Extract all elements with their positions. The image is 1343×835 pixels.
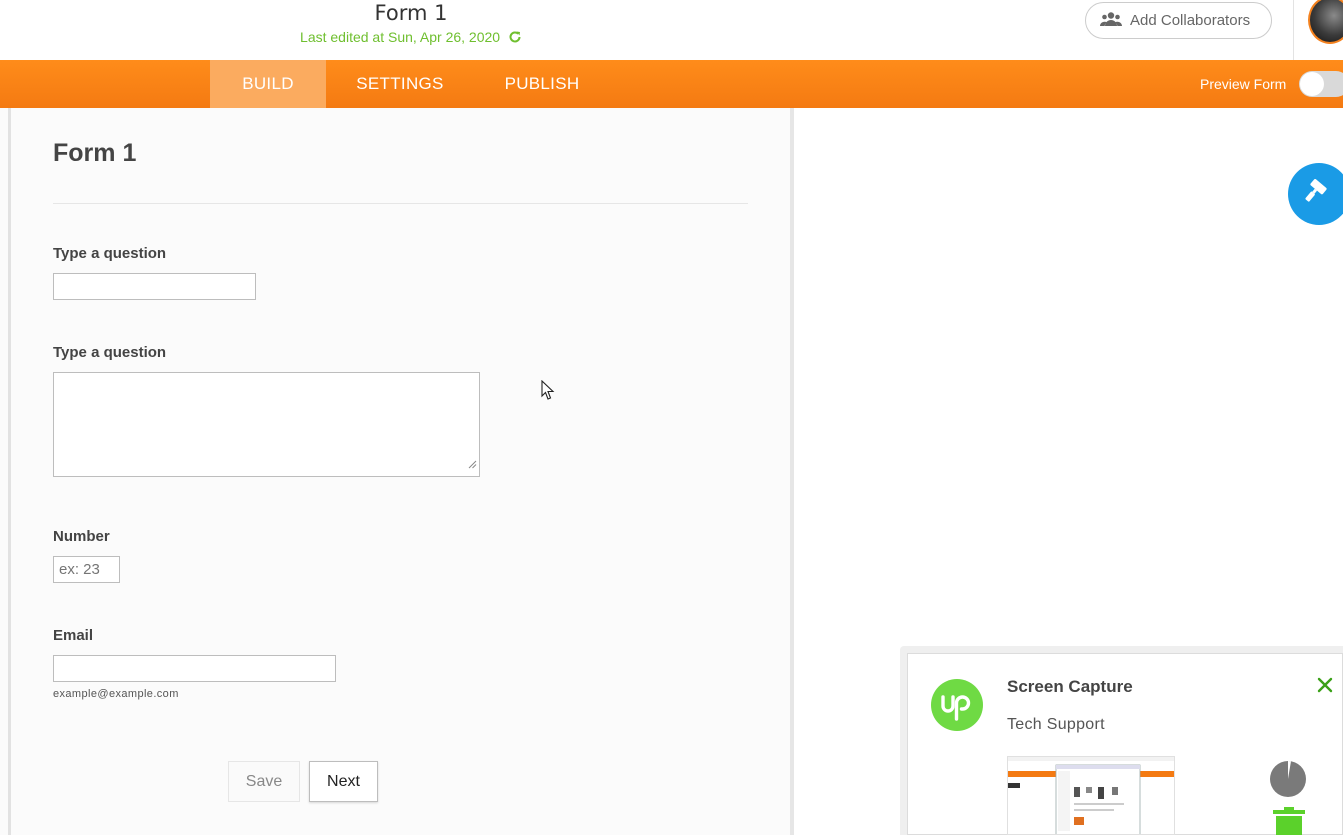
refresh-icon[interactable] <box>508 30 522 48</box>
builder-nav: BUILD SETTINGS PUBLISH Preview Form <box>0 60 1343 108</box>
top-header: Form 1 Last edited at Sun, Apr 26, 2020 … <box>0 0 1343 60</box>
trash-icon[interactable] <box>1273 807 1305 835</box>
form-designer-button[interactable] <box>1288 163 1343 225</box>
form-title[interactable]: Form 1 <box>0 0 822 26</box>
close-icon[interactable] <box>1316 676 1334 699</box>
toggle-knob <box>1300 72 1324 96</box>
preview-form-toggle[interactable] <box>1299 71 1343 97</box>
email-label[interactable]: Email <box>53 627 93 644</box>
tab-publish[interactable]: PUBLISH <box>488 60 596 108</box>
tab-build[interactable]: BUILD <box>210 60 326 108</box>
question-label-2[interactable]: Type a question <box>53 344 166 361</box>
cursor-icon <box>541 379 555 406</box>
save-button[interactable]: Save <box>228 761 300 802</box>
add-collaborators-button[interactable]: Add Collaborators <box>1085 2 1272 39</box>
email-input[interactable] <box>53 655 336 682</box>
last-edited-status: Last edited at Sun, Apr 26, 2020 <box>0 28 822 48</box>
pie-icon <box>1268 760 1308 805</box>
upwork-logo-icon <box>931 679 983 731</box>
paint-roller-icon <box>1301 178 1327 210</box>
tab-settings[interactable]: SETTINGS <box>342 60 458 108</box>
form-heading[interactable]: Form 1 <box>53 139 136 168</box>
canvas-left-border <box>8 108 11 835</box>
notification-subtitle: Tech Support <box>1007 716 1105 733</box>
question-label-1[interactable]: Type a question <box>53 245 166 262</box>
preview-form-label: Preview Form <box>1200 76 1287 92</box>
app-root: Form 1 Last edited at Sun, Apr 26, 2020 … <box>0 0 1343 835</box>
avatar[interactable] <box>1308 0 1343 44</box>
next-button[interactable]: Next <box>309 761 378 802</box>
add-collaborators-label: Add Collaborators <box>1130 12 1251 29</box>
resize-grip-icon[interactable] <box>468 456 477 474</box>
people-icon <box>1100 11 1122 31</box>
number-label[interactable]: Number <box>53 528 110 545</box>
number-input[interactable] <box>53 556 120 583</box>
last-edited-text: Last edited at Sun, Apr 26, 2020 <box>300 29 501 45</box>
short-text-input[interactable] <box>53 273 256 300</box>
email-hint: example@example.com <box>53 688 179 700</box>
long-text-area[interactable] <box>53 372 480 477</box>
notification-title: Screen Capture <box>1007 677 1133 696</box>
heading-divider <box>53 203 748 204</box>
account-area <box>1293 0 1343 60</box>
screenshot-thumbnail[interactable] <box>1007 756 1175 835</box>
